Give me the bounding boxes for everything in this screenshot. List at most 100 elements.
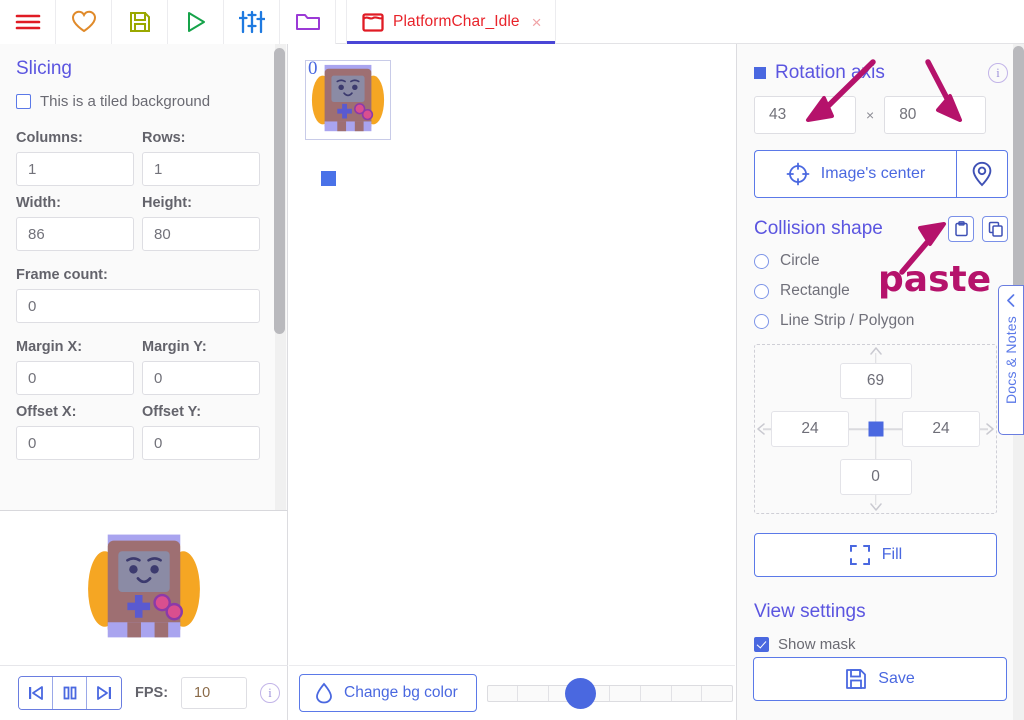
show-mask-row[interactable]: Show mask — [754, 636, 1008, 653]
slicing-panel-scroll-thumb[interactable] — [274, 48, 285, 334]
width-label: Width: — [16, 195, 61, 211]
copy-icon — [988, 221, 1003, 237]
height-input[interactable]: 80 — [142, 217, 260, 251]
pause-icon — [63, 686, 76, 700]
sprite-frame-0[interactable]: 0 — [305, 58, 391, 140]
offset-row: Offset X: 0 Offset Y: 0 — [16, 404, 271, 460]
pause-button[interactable] — [53, 677, 87, 709]
next-frame-icon — [96, 686, 111, 700]
rotation-axis-info-icon[interactable]: i — [988, 63, 1008, 83]
open-folder-button[interactable] — [280, 0, 336, 44]
menu-icon — [15, 14, 40, 30]
inset-right-input[interactable]: 24 — [902, 411, 980, 447]
run-button[interactable] — [168, 0, 224, 44]
rows-label: Rows: — [142, 130, 186, 146]
pick-axis-point-button[interactable] — [956, 150, 1008, 198]
rotation-axis-separator: × — [866, 107, 875, 123]
rotation-axis-y-input[interactable]: 80 — [884, 96, 987, 134]
collision-option-circle[interactable]: Circle — [754, 252, 1008, 270]
zoom-slider-track[interactable] — [486, 684, 733, 702]
offset-x-input[interactable]: 0 — [16, 426, 134, 460]
inset-top-input[interactable]: 69 — [839, 363, 912, 399]
collision-option-rectangle[interactable]: Rectangle — [754, 282, 1008, 300]
inset-bottom-input[interactable]: 0 — [839, 459, 912, 495]
margin-x-label: Margin X: — [16, 339, 83, 355]
transport-controls — [18, 676, 122, 710]
settings-button[interactable] — [224, 0, 280, 44]
collision-option-line-strip-polygon[interactable]: Line Strip / Polygon — [754, 312, 1008, 330]
fill-label: Fill — [881, 546, 903, 563]
columns-input[interactable]: 1 — [16, 152, 134, 186]
image-center-button[interactable]: Image's center — [754, 150, 956, 198]
tab-strip: PlatformChar_Idle × — [346, 0, 556, 44]
inset-center-handle[interactable] — [868, 421, 883, 437]
favorites-button[interactable] — [56, 0, 112, 44]
playback-controls-bar: FPS: 10 i — [0, 665, 288, 720]
properties-panel-scroll-thumb[interactable] — [1013, 46, 1024, 290]
frame-count-field: Frame count: 0 — [16, 267, 260, 323]
sprite-canvas[interactable]: 0 — [289, 44, 735, 665]
fill-button[interactable]: Fill — [754, 533, 997, 577]
previous-frame-button[interactable] — [19, 677, 53, 709]
height-label: Height: — [142, 195, 192, 211]
tab-close-button[interactable]: × — [532, 14, 542, 31]
image-center-label: Image's center — [820, 165, 926, 182]
folder-icon — [295, 14, 320, 30]
save-disk-icon — [846, 669, 867, 689]
heart-icon — [71, 10, 96, 33]
properties-panel-content: Rotation axis i 43 × 80 Image's center C… — [737, 44, 1024, 653]
save-button[interactable]: Save — [753, 657, 1007, 701]
rotation-axis-header: Rotation axis i — [754, 62, 1008, 84]
rotation-axis-handle[interactable] — [321, 171, 336, 186]
margin-x-input[interactable]: 0 — [16, 361, 134, 395]
menu-button[interactable] — [0, 0, 56, 44]
character-canvas-sprite — [311, 64, 385, 132]
fps-input[interactable]: 10 — [181, 677, 248, 709]
slicing-panel: Slicing This is a tiled background Colum… — [0, 44, 288, 510]
line-strip-polygon-label: Line Strip / Polygon — [780, 312, 915, 329]
paste-collision-shape-button[interactable] — [948, 216, 974, 242]
inset-arrow-up-icon — [869, 347, 882, 355]
width-input[interactable]: 86 — [16, 217, 134, 251]
tiled-background-checkbox[interactable] — [16, 94, 31, 109]
inset-arrow-right-icon — [986, 423, 994, 435]
rows-input[interactable]: 1 — [142, 152, 260, 186]
rotation-axis-x-input[interactable]: 43 — [754, 96, 856, 134]
copy-collision-shape-button[interactable] — [982, 216, 1008, 242]
rotation-axis-title: Rotation axis — [775, 62, 885, 83]
zoom-slider-thumb[interactable] — [564, 677, 596, 709]
crosshair-icon — [786, 162, 810, 186]
tiled-background-row[interactable]: This is a tiled background — [16, 93, 271, 110]
change-bg-color-button[interactable]: Change bg color — [299, 674, 477, 712]
width-height-row: Width: 86 Height: 80 — [16, 195, 271, 251]
image-file-icon — [362, 12, 384, 32]
zoom-slider[interactable] — [486, 677, 733, 709]
line-strip-polygon-radio[interactable] — [754, 313, 769, 329]
rectangle-radio[interactable] — [754, 283, 769, 299]
frame-count-input[interactable]: 0 — [16, 289, 260, 323]
show-mask-checkbox[interactable] — [754, 637, 769, 652]
next-frame-button[interactable] — [87, 677, 121, 709]
width-field: Width: 86 — [16, 195, 134, 251]
fps-info-icon[interactable]: i — [260, 683, 281, 703]
margin-row: Margin X: 0 Margin Y: 0 — [16, 339, 271, 395]
inset-left-input[interactable]: 24 — [771, 411, 849, 447]
margin-x-field: Margin X: 0 — [16, 339, 134, 395]
docs-notes-tab[interactable]: Docs & Notes — [998, 285, 1024, 435]
margin-y-input[interactable]: 0 — [142, 361, 260, 395]
droplet-icon — [316, 682, 332, 704]
tab-platformchar-idle[interactable]: PlatformChar_Idle × — [346, 0, 556, 44]
offset-y-input[interactable]: 0 — [142, 426, 260, 460]
animation-preview-stage — [0, 511, 288, 666]
circle-radio[interactable] — [754, 253, 769, 269]
clipboard-icon — [954, 221, 968, 237]
frame-index-label: 0 — [308, 58, 318, 79]
rotation-axis-swatch — [754, 67, 766, 79]
frame-count-label: Frame count: — [16, 267, 108, 283]
save-file-button[interactable] — [112, 0, 168, 44]
chevron-left-icon — [1007, 294, 1015, 307]
margin-y-field: Margin Y: 0 — [142, 339, 260, 395]
offset-x-field: Offset X: 0 — [16, 404, 134, 460]
change-bg-color-label: Change bg color — [344, 684, 458, 701]
slicing-panel-scrollbar[interactable] — [274, 44, 286, 510]
